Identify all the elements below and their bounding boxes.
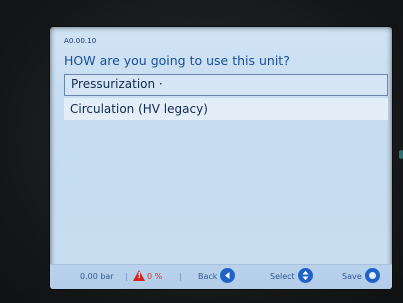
save-label: Save [342,272,362,281]
option-circulation[interactable]: Circulation (HV legacy) [64,98,388,120]
option-list: Pressurization · Circulation (HV legacy) [64,74,388,122]
footer-bar: 0.00 bar | 0 % | Back Select Save [50,264,392,289]
back-label: Back [198,272,218,281]
warning-triangle-icon [133,270,145,281]
left-arrow-circle-icon [220,268,236,283]
save-button[interactable]: Save [342,265,380,289]
pressure-readout: 0.00 bar [80,272,114,281]
alarm-indicator: 0 % [133,265,162,289]
back-button[interactable]: Back [198,265,236,289]
select-label: Select [270,272,295,281]
footer-separator: | [125,272,128,281]
option-label: Pressurization · [71,77,163,91]
screen-id: A0.00.10 [64,37,97,45]
up-down-circle-icon [297,268,313,283]
device-screen: A0.00.10 HOW are you going to use this u… [50,27,392,289]
footer-separator: | [179,272,182,281]
ring-circle-icon [364,268,380,283]
option-label: Circulation (HV legacy) [70,102,208,116]
alarm-percent: 0 % [147,272,163,281]
option-pressurization[interactable]: Pressurization · [64,74,388,96]
select-button[interactable]: Select [270,265,313,289]
question-title: HOW are you going to use this unit? [64,53,290,68]
status-led [399,150,403,159]
